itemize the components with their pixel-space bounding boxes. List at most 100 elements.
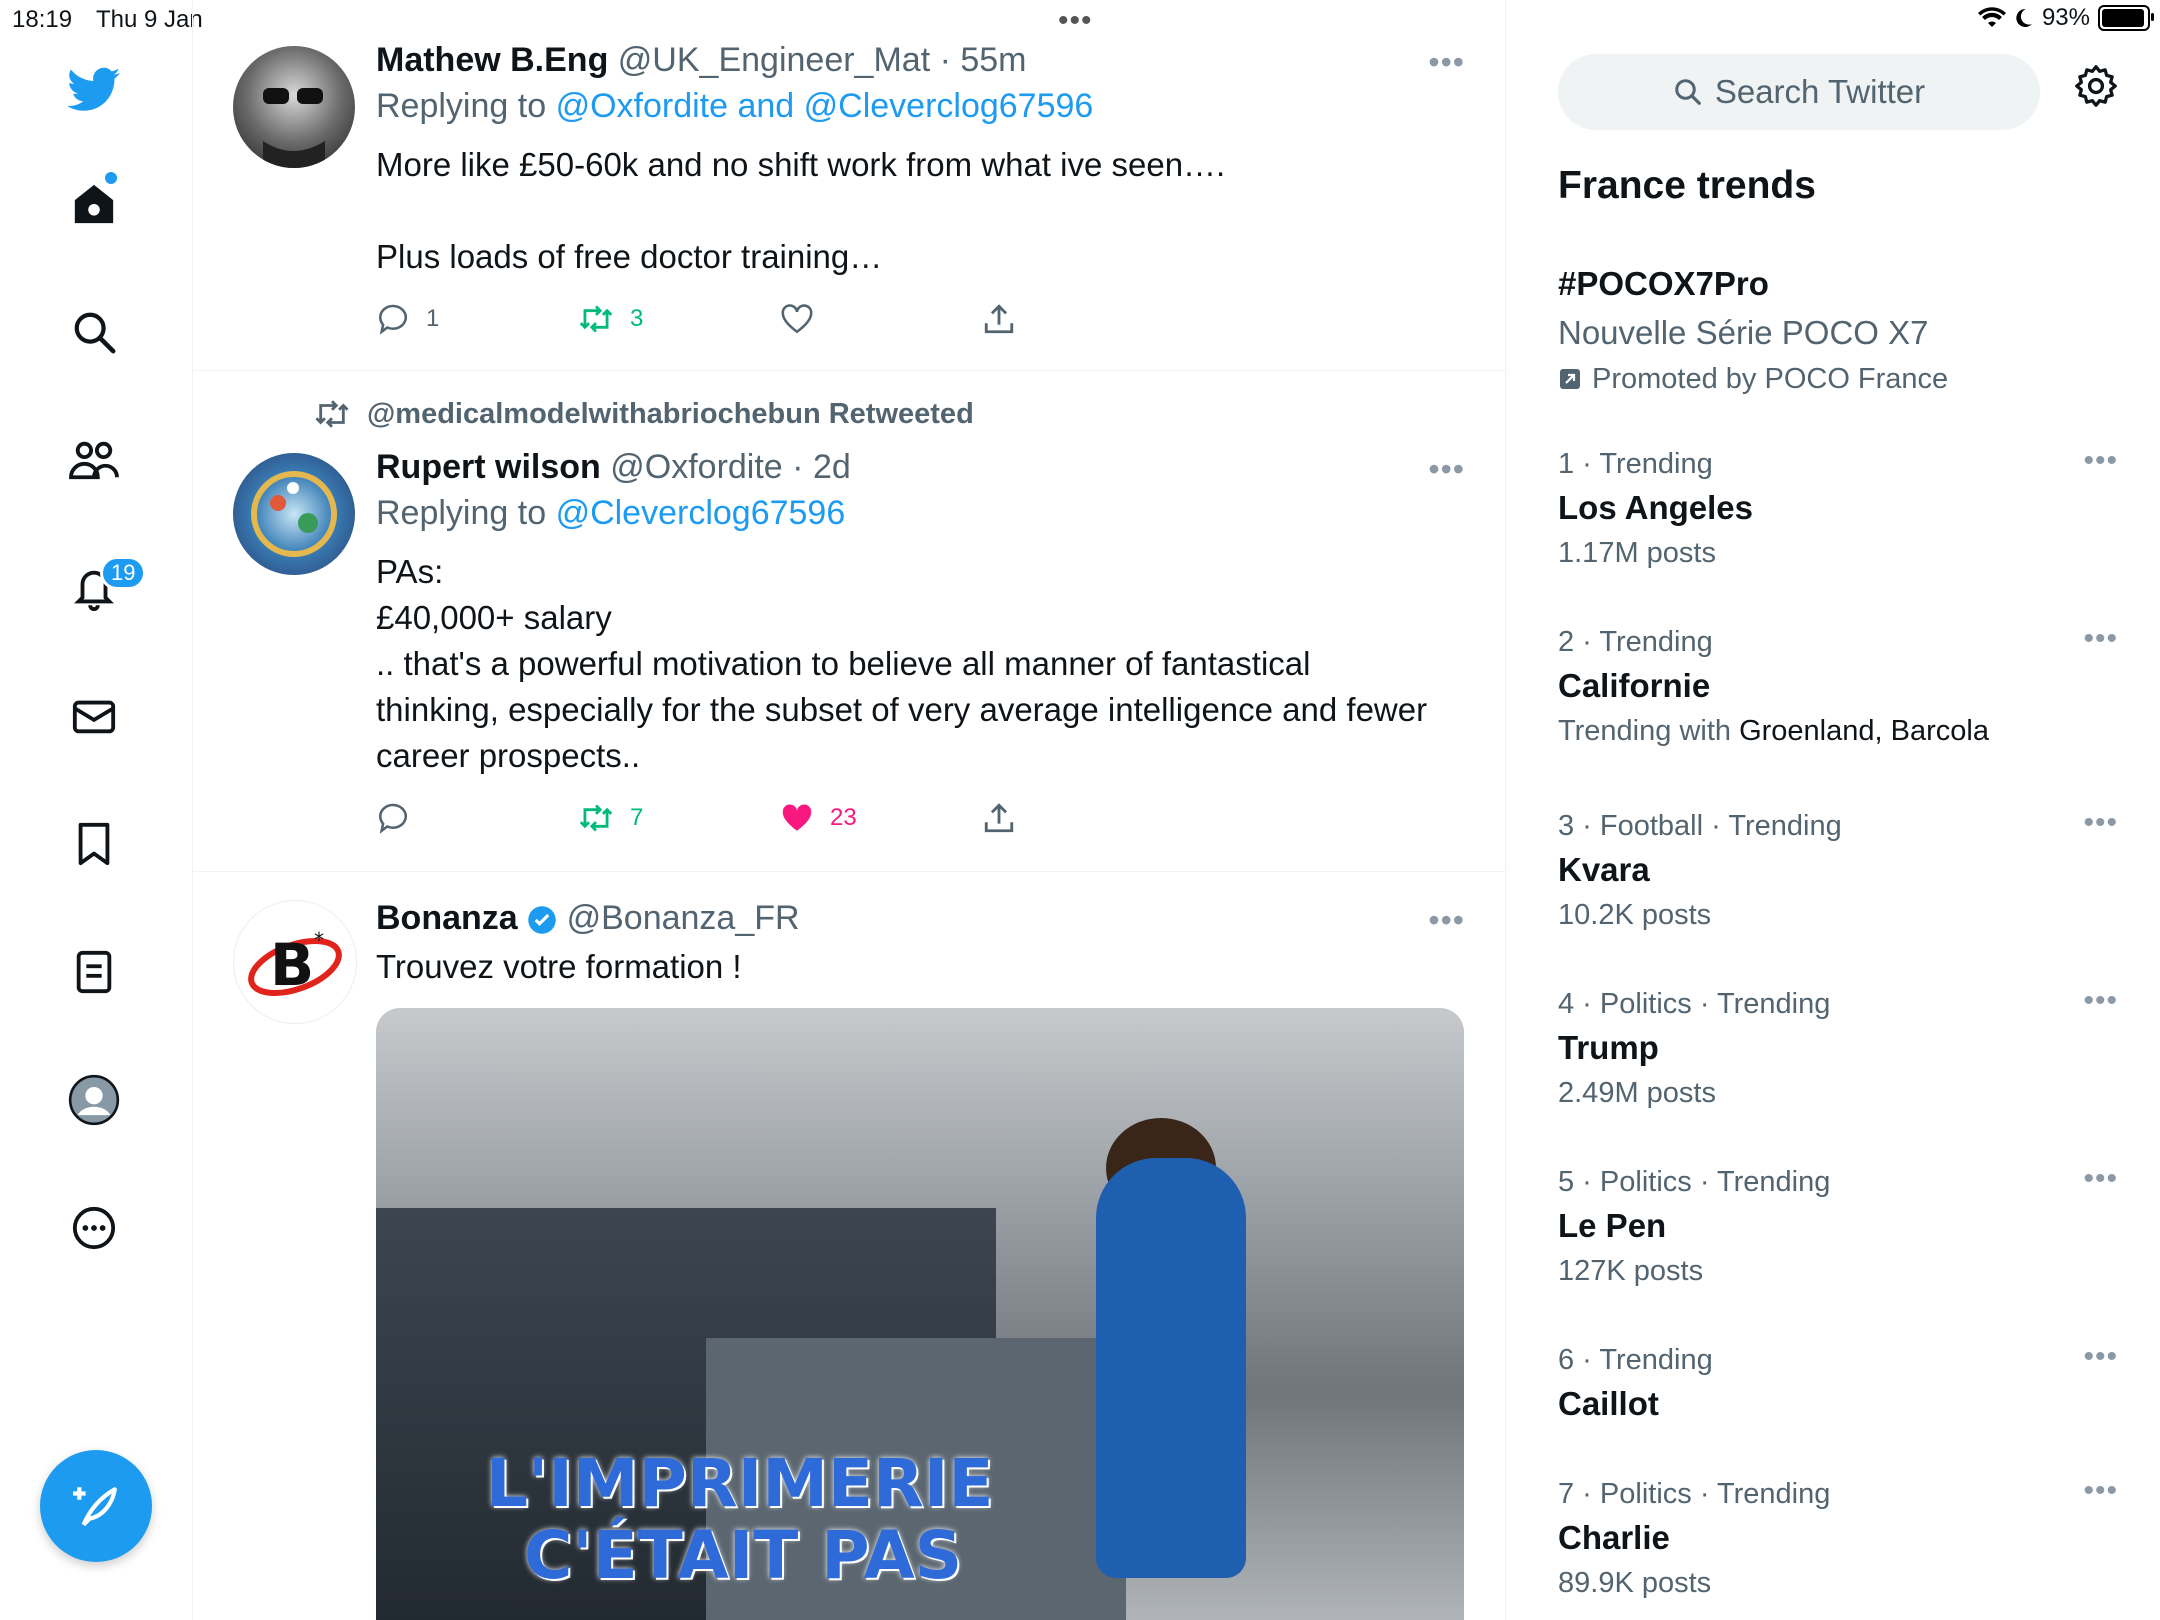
avatar[interactable] [233, 453, 355, 575]
reply-button[interactable]: 1 [376, 302, 578, 336]
like-button[interactable] [780, 302, 982, 336]
share-button[interactable] [982, 801, 1184, 835]
home-icon[interactable] [66, 176, 122, 232]
trend-more-icon[interactable]: ••• [2083, 622, 2118, 656]
compose-tweet-button[interactable] [40, 1450, 152, 1562]
trend-item[interactable]: 3 · Football · Trending Kvara 10.2K post… [1558, 806, 2118, 936]
tweet-text: Trouvez votre formation ! [376, 948, 742, 985]
trend-posts: 127K posts [1558, 1255, 1704, 1287]
retweet-icon [579, 804, 613, 832]
tweet-body: Rupert wilson @Oxfordite · 2d Replying t… [376, 445, 1465, 779]
tweet-text-line: £40,000+ salary [376, 599, 612, 636]
tweet-header: Mathew B.Eng @UK_Engineer_Mat · 55m [376, 38, 1465, 82]
reply-icon [378, 304, 408, 335]
trend-name: Charlie [1558, 1519, 1670, 1556]
tweet-text-line: career prospects.. [376, 737, 641, 774]
search-input[interactable]: Search Twitter [1558, 54, 2040, 130]
compose-feather-icon [73, 1487, 117, 1527]
settings-gear-icon[interactable] [2074, 64, 2118, 113]
twitter-logo-icon[interactable] [66, 62, 122, 118]
replying-to-users[interactable]: @Cleverclog67596 [556, 494, 846, 532]
trend-more-icon[interactable]: ••• [2083, 806, 2118, 840]
notification-count-badge: 19 [100, 556, 147, 590]
bookmarks-icon[interactable] [66, 816, 122, 872]
author-handle[interactable]: @Oxfordite [610, 448, 782, 486]
communities-icon[interactable] [66, 432, 122, 488]
tweet-text: PAs: £40,000+ salary .. that's a powerfu… [376, 549, 1465, 779]
tweet-header: Bonanza @Bonanza_FR [376, 896, 1465, 940]
profile-avatar-icon[interactable] [66, 1072, 122, 1128]
left-nav: 19 [0, 0, 193, 1620]
author-handle[interactable]: @Bonanza_FR [567, 899, 800, 937]
replying-to-users[interactable]: @Oxfordite and @Cleverclog67596 [556, 87, 1094, 125]
author-name[interactable]: Rupert wilson [376, 448, 601, 486]
reply-count: 1 [426, 305, 440, 332]
timeline[interactable]: Mathew B.Eng @UK_Engineer_Mat · 55m Repl… [193, 0, 1506, 1620]
media-caption-line: L'IMPRIMERIE [486, 1445, 994, 1522]
trend-related-names[interactable]: Groenland, Barcola [1739, 715, 1989, 747]
svg-text:B: B [270, 931, 314, 999]
trend-name: #POCOX7Pro [1558, 265, 1769, 302]
messages-envelope-icon[interactable] [66, 688, 122, 744]
tweet-more-icon[interactable]: ••• [1428, 44, 1465, 81]
trend-name: Californie [1558, 667, 1711, 704]
trend-subtitle: Nouvelle Série POCO X7 [1558, 314, 1929, 351]
promoted-by-text: Promoted by POCO France [1592, 363, 1949, 395]
tweet-body: Mathew B.Eng @UK_Engineer_Mat · 55m Repl… [376, 38, 1465, 280]
avatar[interactable]: B * [233, 900, 357, 1024]
media-caption: L'IMPRIMERIE C'ÉTAIT PAS [486, 1448, 993, 1592]
tweet-media-video[interactable]: L'IMPRIMERIE C'ÉTAIT PAS [376, 1008, 1464, 1620]
trend-more-icon[interactable]: ••• [2083, 1340, 2118, 1374]
trend-meta: 1 · Trending [1558, 448, 1713, 480]
replying-to: Replying to @Cleverclog67596 [376, 489, 1465, 537]
explore-search-icon[interactable] [66, 304, 122, 360]
trend-name: Caillot [1558, 1385, 1659, 1422]
author-handle[interactable]: @UK_Engineer_Mat [618, 41, 930, 79]
tweet-more-icon[interactable]: ••• [1428, 451, 1465, 488]
like-button[interactable]: 23 [780, 801, 982, 835]
tweet-more-icon[interactable]: ••• [1428, 902, 1465, 939]
trend-more-icon[interactable]: ••• [2083, 444, 2118, 478]
reply-button[interactable] [376, 801, 578, 835]
retweet-count: 3 [630, 305, 644, 332]
tweet-text-line: .. that's a powerful motivation to belie… [376, 645, 1311, 682]
tweet[interactable]: Mathew B.Eng @UK_Engineer_Mat · 55m Repl… [193, 0, 1505, 371]
trend-item[interactable]: 5 · Politics · Trending Le Pen 127K post… [1558, 1162, 2118, 1292]
trend-posts: 1.17M posts [1558, 537, 1716, 569]
heart-icon [781, 304, 813, 334]
trend-item[interactable]: 4 · Politics · Trending Trump 2.49M post… [1558, 984, 2118, 1114]
retweet-button[interactable]: 3 [578, 302, 780, 336]
replying-to: Replying to @Oxfordite and @Cleverclog67… [376, 82, 1465, 130]
verified-badge-icon [528, 906, 556, 934]
replying-to-prefix: Replying to [376, 494, 547, 532]
retweet-button[interactable]: 7 [578, 801, 780, 835]
tweet-text-line: Plus loads of free doctor training… [376, 238, 883, 275]
promoted-trend[interactable]: #POCOX7Pro Nouvelle Série POCO X7 Promot… [1558, 260, 2118, 400]
share-button[interactable] [982, 302, 1184, 336]
retweet-icon [579, 305, 613, 333]
trend-posts: 2.49M posts [1558, 1077, 1716, 1109]
more-options-icon[interactable] [66, 1200, 122, 1256]
trend-item[interactable]: 6 · Trending Caillot ••• [1558, 1340, 2118, 1428]
trend-item[interactable]: 2 · Trending Californie Trending with Gr… [1558, 622, 2118, 752]
trend-item[interactable]: 1 · Trending Los Angeles 1.17M posts ••• [1558, 444, 2118, 574]
tweet-text-line: PAs: [376, 553, 444, 590]
avatar[interactable] [233, 46, 355, 168]
promoted-by: Promoted by POCO France [1558, 358, 2118, 400]
lists-icon[interactable] [66, 944, 122, 1000]
tweet-time: · 55m [939, 41, 1027, 79]
share-icon [984, 803, 1014, 833]
author-name[interactable]: Bonanza [376, 899, 518, 937]
trend-more-icon[interactable]: ••• [2083, 984, 2118, 1018]
author-name[interactable]: Mathew B.Eng [376, 41, 608, 79]
tweet[interactable]: @medicalmodelwithabriochebun Retweeted R… [193, 371, 1505, 872]
retweet-icon [315, 400, 349, 428]
trend-posts: 89.9K posts [1558, 1567, 1712, 1599]
trend-more-icon[interactable]: ••• [2083, 1162, 2118, 1196]
retweeted-by-text[interactable]: @medicalmodelwithabriochebun Retweeted [367, 398, 974, 431]
trend-more-icon[interactable]: ••• [2083, 1474, 2118, 1508]
tweet-text: More like £50-60k and no shift work from… [376, 142, 1465, 280]
media-caption-line: C'ÉTAIT PAS [524, 1517, 963, 1594]
trend-item[interactable]: 7 · Politics · Trending Charlie 89.9K po… [1558, 1474, 2118, 1604]
trend-meta: 2 · Trending [1558, 626, 1713, 658]
